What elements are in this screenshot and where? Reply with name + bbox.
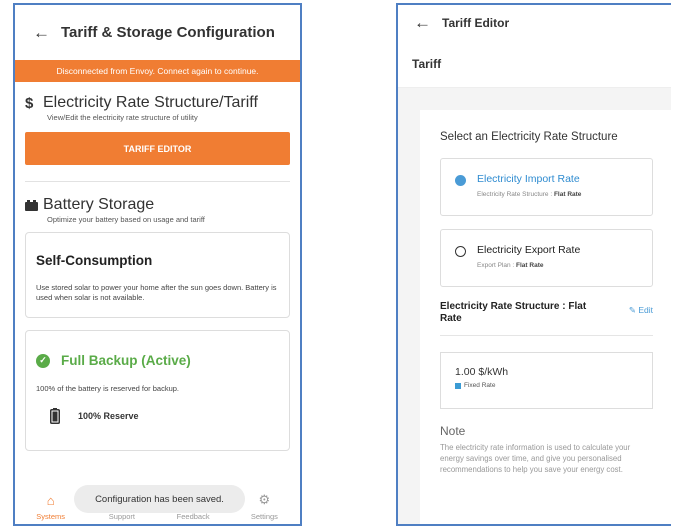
rate-value: 1.00 $/kWh [455,366,509,378]
back-arrow-icon[interactable]: ← [414,13,442,33]
radio-selected-icon[interactable] [455,175,466,186]
note-text: The electricity rate information is used… [440,443,631,474]
note-title: Note [440,424,466,438]
rate-section: $ Electricity Rate Structure/Tariff View… [15,82,300,182]
reserve-label: 100% Reserve [78,411,139,421]
content-background: Select an Electricity Rate Structure Ele… [398,88,671,524]
tariff-storage-screen: ← Tariff & Storage Configuration Disconn… [13,3,302,526]
divider [440,335,653,336]
full-backup-title: Full Backup (Active) [61,353,191,368]
option-sub-label: Export Plan [477,262,511,269]
rate-section-title: Electricity Rate Structure/Tariff [43,94,258,111]
select-structure-title: Select an Electricity Rate Structure [440,131,618,143]
export-rate-option[interactable]: Electricity Export Rate Export Plan : Fl… [440,229,653,287]
full-backup-card[interactable]: ✓ Full Backup (Active) 100% of the batte… [25,330,290,451]
rate-section-subtitle: View/Edit the electricity rate structure… [47,113,198,122]
check-circle-icon: ✓ [36,353,50,368]
app-header: ← Tariff Editor [398,5,671,41]
gear-icon: ⚙ [258,492,271,507]
page-title: Tariff & Storage Configuration [61,24,275,41]
option-sub-value: Flat Rate [516,262,544,269]
option-label: Electricity Export Rate [477,244,581,256]
radio-unselected-icon[interactable] [455,246,466,257]
storage-section-title: Battery Storage [43,196,155,213]
edit-icon: ✎ [628,305,636,315]
tab-tariff[interactable]: Tariff [398,41,671,88]
rate-card: 1.00 $/kWh Fixed Rate [440,352,653,409]
edit-link[interactable]: ✎ Edit [629,301,653,325]
battery-full-icon [50,408,60,424]
storage-section-subtitle: Optimize your battery based on usage and… [47,215,205,224]
rate-structure-panel: Select an Electricity Rate Structure Ele… [420,110,671,524]
nav-label: Systems [36,512,65,521]
tariff-editor-button[interactable]: TARIFF EDITOR [25,132,290,165]
back-arrow-icon[interactable]: ← [33,23,61,43]
full-backup-description: 100% of the battery is reserved for back… [36,384,179,393]
self-consumption-title: Self-Consumption [36,253,153,268]
nav-label: Feedback [176,512,210,521]
home-icon: ⌂ [46,493,55,508]
dollar-icon: $ [25,94,34,112]
option-sub-value: Flat Rate [553,191,582,198]
rate-type: Fixed Rate [464,382,496,389]
nav-label: Support [108,512,136,521]
storage-section: Battery Storage Optimize your battery ba… [15,182,300,224]
self-consumption-card[interactable]: Self-Consumption Use stored solar to pow… [25,232,290,318]
option-label: Electricity Import Rate [477,173,580,185]
option-sub-label: Electricity Rate Structure [477,191,549,198]
disconnected-banner: Disconnected from Envoy. Connect again t… [15,60,300,82]
app-header: ← Tariff & Storage Configuration [15,5,300,60]
saved-toast: Configuration has been saved. [74,485,245,513]
nav-label: Settings [250,512,278,521]
tariff-editor-screen: ← Tariff Editor Tariff Select an Electri… [396,3,671,526]
import-rate-option[interactable]: Electricity Import Rate Electricity Rate… [440,158,653,216]
self-consumption-description: Use stored solar to power your home afte… [36,283,277,302]
legend-square-icon [455,382,461,389]
battery-icon [25,199,43,211]
page-title: Tariff Editor [442,16,510,30]
edit-label: Edit [638,305,653,315]
rate-structure-heading: Electricity Rate Structure : Flat Rate [440,301,587,324]
